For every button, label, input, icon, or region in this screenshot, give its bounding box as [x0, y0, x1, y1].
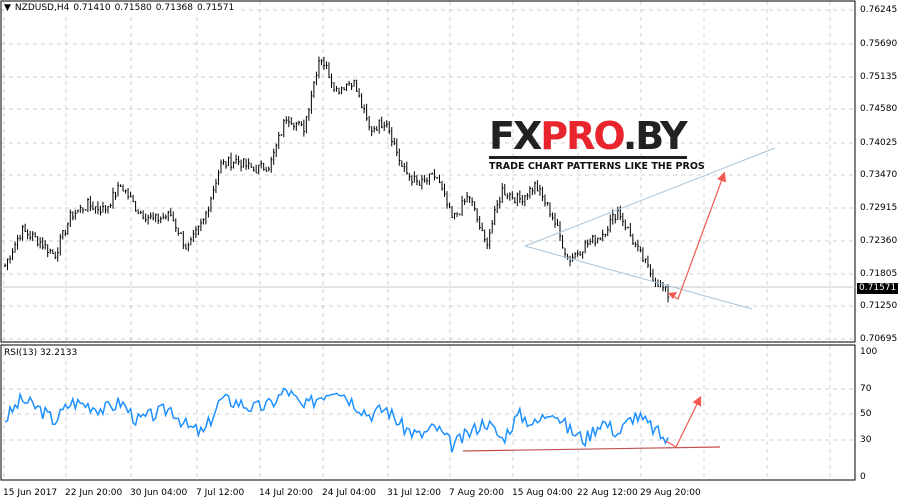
- open-value: 0.71410: [73, 3, 111, 13]
- time-tick-label: 15 Aug 04:00: [512, 488, 573, 498]
- rsi-label: RSI(13) 32.2133: [4, 348, 81, 358]
- high-value: 0.71580: [114, 3, 152, 13]
- price-tick-label: 0.74025: [860, 138, 898, 148]
- time-tick-label: 7 Jul 12:00: [196, 488, 245, 498]
- chart-header: ▼ NZDUSD,H4 0.71410 0.71580 0.71368 0.71…: [4, 3, 238, 13]
- price-tick-label: 0.71250: [860, 301, 898, 311]
- time-tick-label: 7 Aug 20:00: [449, 488, 504, 498]
- price-tick-label: 0.75690: [860, 39, 898, 49]
- rsi-support-line: [462, 446, 721, 452]
- price-tick-label: 0.74580: [860, 104, 898, 114]
- time-tick-label: 15 Jun 2017: [3, 488, 58, 498]
- price-tick-label: 0.72915: [860, 203, 898, 213]
- symbol-label: NZDUSD,H4: [14, 3, 70, 13]
- time-tick-label: 14 Jul 20:00: [259, 488, 313, 498]
- rsi-panel-border: [0, 344, 856, 481]
- rsi-tick-label: 30: [860, 435, 872, 445]
- logo-fx: FX: [489, 114, 542, 158]
- logo-tagline: TRADE CHART PATTERNS LIKE THE PROS: [489, 161, 705, 172]
- chart-canvas[interactable]: [0, 0, 900, 504]
- dropdown-triangle-icon[interactable]: ▼: [4, 3, 11, 13]
- time-tick-label: 22 Jun 20:00: [65, 488, 123, 498]
- time-tick-label: 22 Aug 12:00: [577, 488, 638, 498]
- price-tick-label: 0.70695: [860, 334, 898, 344]
- candles: [4, 56, 670, 303]
- rsi-tick-label: 0: [860, 472, 866, 482]
- time-tick-label: 30 Jun 04:00: [130, 488, 188, 498]
- time-tick-label: 24 Jul 04:00: [322, 488, 376, 498]
- time-tick-label: 31 Jul 12:00: [387, 488, 441, 498]
- rsi-tick-label: 50: [860, 409, 872, 419]
- rsi-tick-label: 70: [860, 384, 872, 394]
- rsi-line: [4, 387, 669, 453]
- close-value: 0.71571: [197, 3, 235, 13]
- lower-trendline: [524, 245, 753, 310]
- rsi-tick-label: 100: [860, 347, 878, 357]
- price-tick-label: 0.71805: [860, 269, 898, 279]
- fxpro-logo: FXPRO.BY TRADE CHART PATTERNS LIKE THE P…: [489, 117, 705, 172]
- target-arrow-icon: [667, 171, 727, 300]
- price-tick-label: 0.76245: [860, 5, 898, 15]
- logo-pro: PRO: [540, 114, 625, 158]
- time-tick-label: 29 Aug 20:00: [640, 488, 701, 498]
- current-price-badge: 0.71571: [857, 283, 899, 294]
- price-tick-label: 0.75135: [860, 72, 898, 82]
- logo-by: .BY: [622, 114, 688, 158]
- low-value: 0.71368: [155, 3, 193, 13]
- grid: [1, 1, 855, 480]
- price-panel-border: [0, 0, 856, 343]
- price-tick-label: 0.72360: [860, 236, 898, 246]
- price-tick-label: 0.73470: [860, 170, 898, 180]
